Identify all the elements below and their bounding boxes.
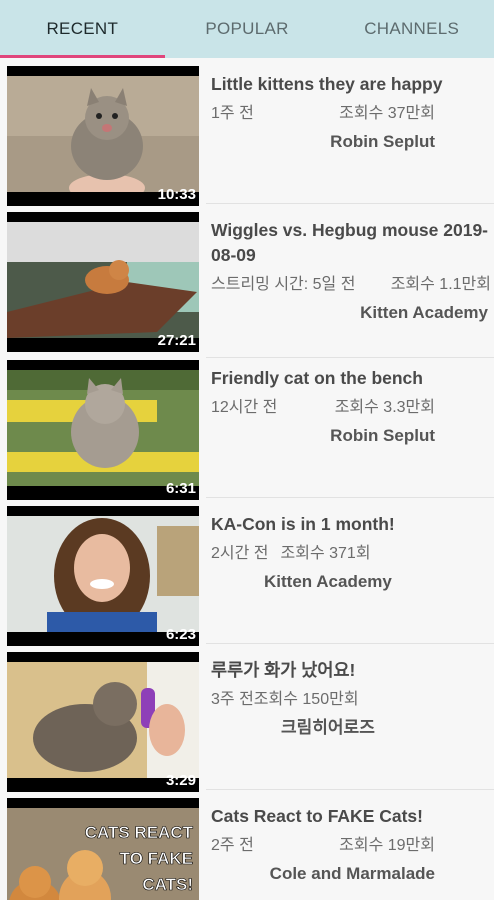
video-title: KA-Con is in 1 month! xyxy=(211,514,395,534)
video-age: 2시간 전 xyxy=(211,545,269,562)
video-duration: 27:21 xyxy=(157,332,196,349)
woman-smiling-image xyxy=(7,516,199,632)
video-duration: 6:23 xyxy=(165,626,196,643)
video-thumbnail[interactable]: 6:23 xyxy=(7,506,199,646)
video-views: 조회수 1.1만회 xyxy=(390,276,491,293)
video-thumbnail[interactable]: CATS REACT TO FAKE CATS! xyxy=(7,798,199,900)
video-channel[interactable]: 크림히어로즈 xyxy=(211,715,491,740)
cats-react-image: CATS REACT TO FAKE CATS! xyxy=(7,808,199,900)
video-thumbnail[interactable]: 3:29 xyxy=(7,652,199,792)
video-title: Friendly cat on the bench xyxy=(211,368,423,388)
video-info: Wiggles vs. Hegbug mouse 2019-08-09 스트리밍… xyxy=(211,218,491,325)
video-info: Cats React to FAKE Cats! 2주 전 조회수 19만회 C… xyxy=(211,804,491,886)
video-views: 조회수 3.3만회 xyxy=(334,399,435,416)
tab-popular[interactable]: POPULAR xyxy=(165,0,330,58)
thumb-text-line: CATS REACT xyxy=(85,823,194,842)
video-item[interactable]: 10:33 Little kittens they are happy 1주 전… xyxy=(0,58,494,206)
video-views: 조회수 19만회 xyxy=(339,837,435,854)
video-age: 12시간 전 xyxy=(211,399,278,416)
video-channel[interactable]: Kitten Academy xyxy=(211,300,491,325)
video-channel[interactable]: Cole and Marmalade xyxy=(211,861,491,886)
video-list: 10:33 Little kittens they are happy 1주 전… xyxy=(0,58,494,900)
video-age: 스트리밍 시간: 5일 전 xyxy=(211,276,356,293)
video-info: Friendly cat on the bench 12시간 전 조회수 3.3… xyxy=(211,366,491,448)
video-duration: 6:31 xyxy=(165,480,196,497)
video-title: 루루가 화가 났어요! xyxy=(211,660,356,680)
video-channel[interactable]: Robin Seplut xyxy=(211,129,491,154)
video-item[interactable]: CATS REACT TO FAKE CATS! Cats React to F… xyxy=(0,790,494,900)
video-thumbnail[interactable]: 6:31 xyxy=(7,360,199,500)
video-info: Little kittens they are happy 1주 전 조회수 3… xyxy=(211,72,491,154)
video-thumbnail[interactable]: 10:33 xyxy=(7,66,199,206)
tab-channels[interactable]: CHANNELS xyxy=(329,0,494,58)
angry-cat-image xyxy=(7,662,199,778)
video-title: Cats React to FAKE Cats! xyxy=(211,806,423,826)
video-info: 루루가 화가 났어요! 3주 전 조회수 150만회 크림히어로즈 xyxy=(211,658,491,740)
video-channel[interactable]: Kitten Academy xyxy=(211,569,491,594)
video-info: KA-Con is in 1 month! 2시간 전 조회수 371회 Kit… xyxy=(211,512,491,594)
video-item[interactable]: 27:21 Wiggles vs. Hegbug mouse 2019-08-0… xyxy=(0,204,494,358)
video-item[interactable]: 3:29 루루가 화가 났어요! 3주 전 조회수 150만회 크림히어로즈 xyxy=(0,644,494,792)
video-age: 1주 전 xyxy=(211,105,254,122)
tab-bar: RECENT POPULAR CHANNELS xyxy=(0,0,494,58)
video-thumbnail[interactable]: 27:21 xyxy=(7,212,199,352)
video-title: Little kittens they are happy xyxy=(211,74,443,94)
kitten-in-hand-image xyxy=(7,76,199,192)
video-views: 조회수 37만회 xyxy=(339,105,435,122)
video-age: 2주 전 xyxy=(211,837,254,854)
video-views: 조회수 371회 xyxy=(280,545,371,562)
cat-on-tree-image xyxy=(7,222,199,338)
thumb-text-line: CATS! xyxy=(142,875,193,894)
thumb-text-line: TO FAKE xyxy=(120,849,193,868)
video-age: 3주 전 xyxy=(211,691,254,708)
video-channel[interactable]: Robin Seplut xyxy=(211,423,491,448)
video-duration: 3:29 xyxy=(165,772,196,789)
video-title: Wiggles vs. Hegbug mouse 2019-08-09 xyxy=(211,220,489,265)
video-views: 조회수 150만회 xyxy=(253,691,359,708)
video-duration: 10:33 xyxy=(157,186,196,203)
tab-recent[interactable]: RECENT xyxy=(0,0,165,58)
video-item[interactable]: 6:31 Friendly cat on the bench 12시간 전 조회… xyxy=(0,352,494,500)
video-item[interactable]: 6:23 KA-Con is in 1 month! 2시간 전 조회수 371… xyxy=(0,498,494,646)
cat-on-bench-image xyxy=(7,370,199,486)
